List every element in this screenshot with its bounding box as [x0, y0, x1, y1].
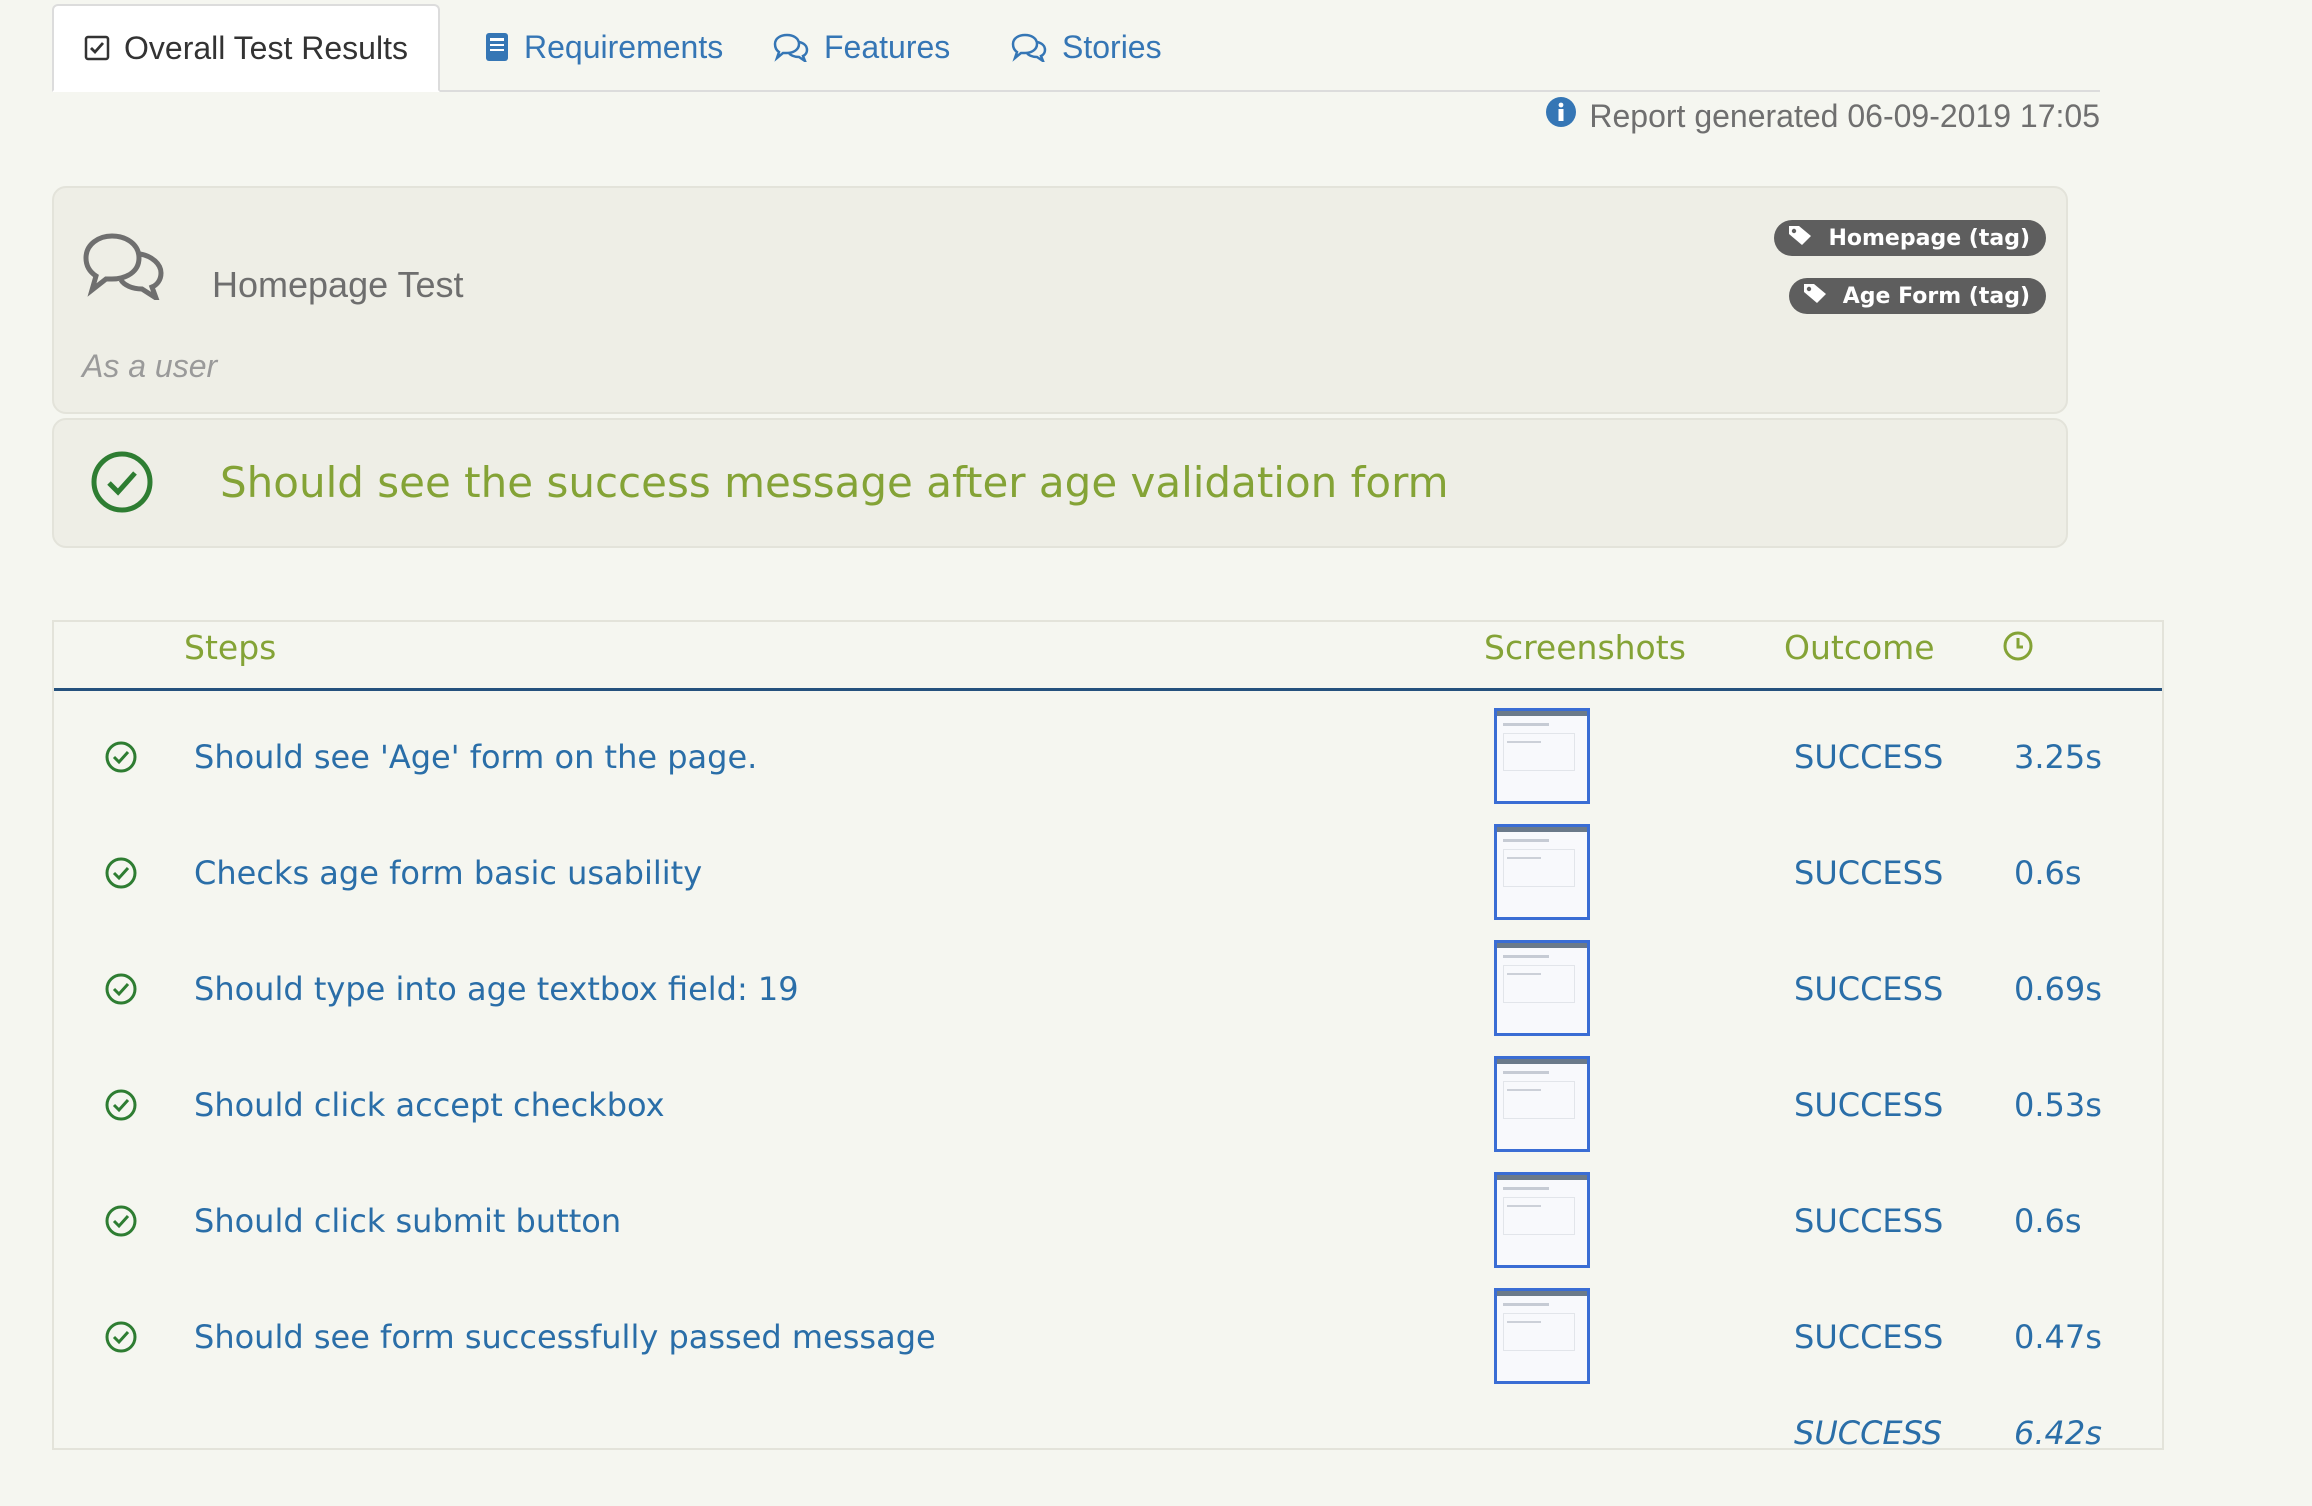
- steps-table: Steps Screenshots Outcome Should see 'Ag…: [52, 620, 2164, 1452]
- step-screenshot-thumbnail[interactable]: [1494, 1288, 1590, 1384]
- tag-list: Homepage (tag) Age Form (tag): [1774, 220, 2046, 314]
- step-screenshot-thumbnail[interactable]: [1494, 940, 1590, 1036]
- table-row: Should see form successfully passed mess…: [54, 1280, 2162, 1396]
- tab-label: Stories: [1062, 28, 1162, 65]
- table-row: Should type into age textbox field: 19 S…: [54, 932, 2162, 1048]
- step-description[interactable]: Should see form successfully passed mess…: [194, 1318, 936, 1356]
- tab-features[interactable]: Features: [742, 4, 980, 90]
- step-screenshot-thumbnail[interactable]: [1494, 824, 1590, 920]
- step-description[interactable]: Should click submit button: [194, 1202, 621, 1240]
- step-outcome: SUCCESS: [1794, 1202, 1944, 1240]
- tab-label: Overall Test Results: [124, 29, 408, 66]
- scenario-title: Should see the success message after age…: [220, 458, 1449, 507]
- check-circle-icon: [90, 450, 154, 519]
- step-description[interactable]: Should type into age textbox field: 19: [194, 970, 799, 1008]
- tag-age-form[interactable]: Age Form (tag): [1788, 278, 2046, 314]
- step-duration: 0.6s: [2014, 854, 2082, 892]
- tab-stories[interactable]: Stories: [980, 4, 1192, 90]
- step-outcome: SUCCESS: [1794, 1086, 1944, 1124]
- step-duration: 0.47s: [2014, 1318, 2102, 1356]
- comments-icon: [1010, 32, 1048, 62]
- step-description[interactable]: Should see 'Age' form on the page.: [194, 738, 757, 776]
- step-duration: 3.25s: [2014, 738, 2102, 776]
- step-description[interactable]: Checks age form basic usability: [194, 854, 702, 892]
- tab-bar: Overall Test Results Requirements Featur…: [52, 0, 2100, 92]
- table-row: Checks age form basic usability SUCCESS …: [54, 816, 2162, 932]
- tab-requirements[interactable]: Requirements: [454, 4, 753, 90]
- scenario-panel: Should see the success message after age…: [52, 418, 2068, 548]
- step-screenshot-thumbnail[interactable]: [1494, 708, 1590, 804]
- step-duration: 0.6s: [2014, 1202, 2082, 1240]
- step-outcome: SUCCESS: [1794, 738, 1944, 776]
- feature-subtitle: As a user: [82, 348, 218, 384]
- step-outcome: SUCCESS: [1794, 1318, 1944, 1356]
- check-circle-icon: [104, 740, 138, 782]
- tag-label: Age Form (tag): [1842, 283, 2030, 309]
- step-duration: 0.53s: [2014, 1086, 2102, 1124]
- report-generated: Report generated 06-09-2019 17:05: [1545, 96, 2100, 136]
- tag-icon: [1803, 282, 1827, 310]
- clock-icon: [2002, 630, 2034, 670]
- step-outcome: SUCCESS: [1794, 970, 1944, 1008]
- report-generated-text: Report generated 06-09-2019 17:05: [1589, 97, 2100, 134]
- check-circle-icon: [104, 1204, 138, 1246]
- book-icon: [484, 32, 510, 62]
- header-steps: Steps: [184, 628, 277, 667]
- steps-table-header: Steps Screenshots Outcome: [54, 622, 2162, 691]
- step-outcome: SUCCESS: [1794, 854, 1944, 892]
- feature-panel: Homepage Test As a user Homepage (tag) A…: [52, 186, 2068, 414]
- check-circle-icon: [104, 856, 138, 898]
- header-screenshots: Screenshots: [1484, 628, 1686, 667]
- comments-icon: [82, 232, 166, 305]
- table-row: Should click submit button SUCCESS 0.6s: [54, 1164, 2162, 1280]
- step-description[interactable]: Should click accept checkbox: [194, 1086, 665, 1124]
- tag-icon: [1788, 224, 1812, 252]
- total-outcome: SUCCESS: [1794, 1414, 1943, 1452]
- check-circle-icon: [104, 972, 138, 1014]
- tab-label: Requirements: [524, 28, 724, 65]
- step-duration: 0.69s: [2014, 970, 2102, 1008]
- info-icon: [1545, 96, 1577, 136]
- step-screenshot-thumbnail[interactable]: [1494, 1172, 1590, 1268]
- checkbox-icon: [84, 35, 110, 61]
- tab-overall-test-results[interactable]: Overall Test Results: [52, 4, 440, 92]
- tab-label: Features: [824, 28, 951, 65]
- feature-title: Homepage Test: [212, 264, 464, 305]
- table-row: Should click accept checkbox SUCCESS 0.5…: [54, 1048, 2162, 1164]
- check-circle-icon: [104, 1320, 138, 1362]
- header-outcome: Outcome: [1784, 628, 1935, 667]
- tag-homepage[interactable]: Homepage (tag): [1774, 220, 2046, 256]
- check-circle-icon: [104, 1088, 138, 1130]
- comments-icon: [772, 32, 810, 62]
- total-row: SUCCESS 6.42s: [54, 1414, 2162, 1454]
- table-row: Should see 'Age' form on the page. SUCCE…: [54, 700, 2162, 816]
- total-duration: 6.42s: [2014, 1414, 2102, 1452]
- step-screenshot-thumbnail[interactable]: [1494, 1056, 1590, 1152]
- tag-label: Homepage (tag): [1828, 225, 2030, 251]
